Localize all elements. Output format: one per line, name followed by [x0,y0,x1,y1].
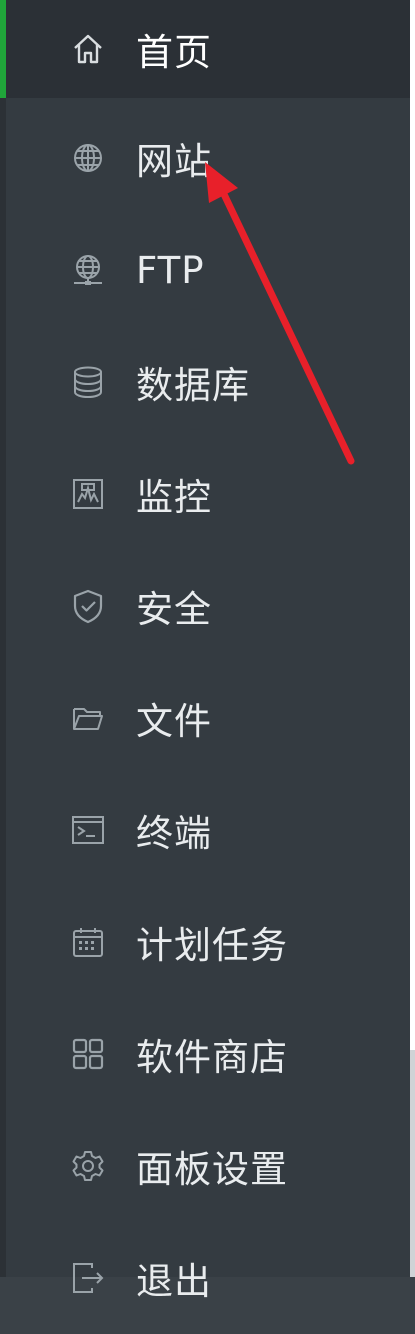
sidebar-item-label: 数据库 [136,364,250,407]
calendar-icon [70,924,106,960]
sidebar-item-label: FTP [136,248,205,292]
sidebar-item-label: 安全 [136,588,212,631]
sidebar-item-security[interactable]: 安全 [6,550,410,662]
database-icon [70,364,106,400]
sidebar-item-app-store[interactable]: 软件商店 [6,998,410,1110]
sidebar-item-terminal[interactable]: 终端 [6,774,410,886]
home-icon [70,31,106,67]
sidebar-item-home[interactable]: 首页 [6,0,410,98]
sidebar-item-label: 网站 [136,140,212,183]
sidebar-item-label: 计划任务 [136,924,288,967]
scrollbar[interactable] [410,0,415,1277]
sidebar-item-label: 文件 [136,700,212,743]
sidebar-item-monitor[interactable]: 监控 [6,438,410,550]
shield-icon [70,588,106,624]
sidebar-item-label: 退出 [136,1260,212,1303]
sidebar-item-label: 面板设置 [136,1148,288,1191]
sidebar-item-label: 软件商店 [136,1036,288,1079]
monitor-icon [70,476,106,512]
sidebar-item-cron[interactable]: 计划任务 [6,886,410,998]
sidebar-item-label: 首页 [136,31,212,74]
logout-icon [70,1260,106,1296]
sidebar-item-website[interactable]: 网站 [6,102,410,214]
grid-icon [70,1036,106,1072]
sidebar-item-logout[interactable]: 退出 [6,1222,410,1334]
folder-icon [70,700,106,736]
sidebar: 首页 网站 FTP 数据库 监控 安全 文件 终端 计划任务 软件商店 面板设置… [0,0,410,1303]
scrollbar-thumb[interactable] [410,1050,415,1277]
sidebar-item-label: 监控 [136,476,212,519]
sidebar-item-ftp[interactable]: FTP [6,214,410,326]
sidebar-item-panel-settings[interactable]: 面板设置 [6,1110,410,1222]
sidebar-item-database[interactable]: 数据库 [6,326,410,438]
globe-icon [70,140,106,176]
sidebar-item-label: 终端 [136,812,212,855]
sidebar-item-files[interactable]: 文件 [6,662,410,774]
gear-icon [70,1148,106,1184]
ftp-icon [70,252,106,288]
terminal-icon [70,812,106,848]
